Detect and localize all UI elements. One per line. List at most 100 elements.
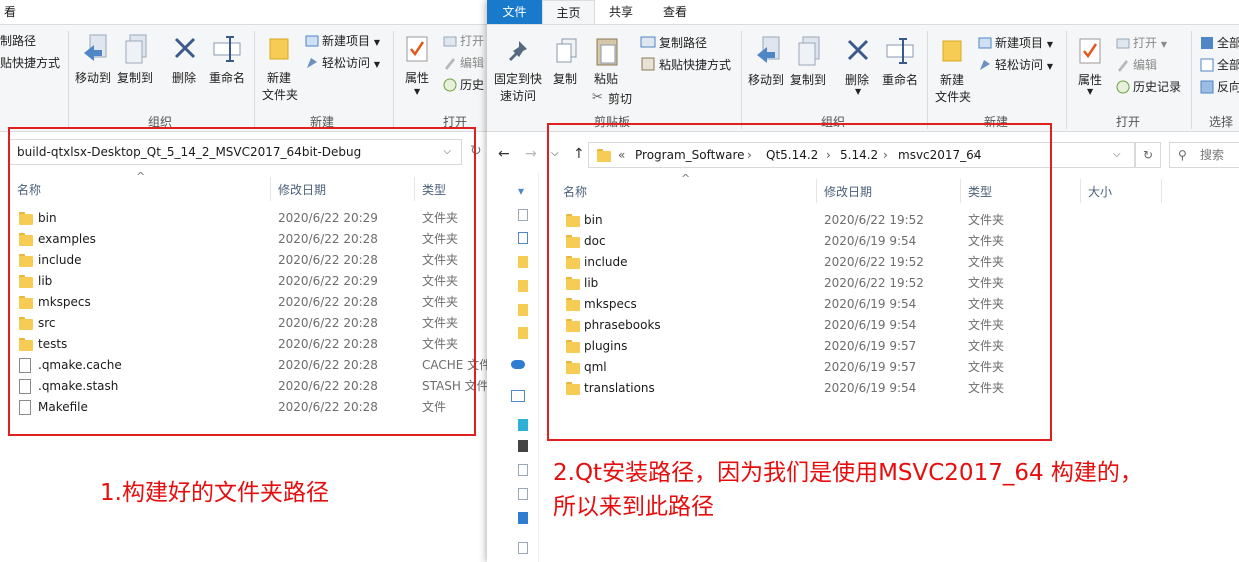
new-item-button[interactable]: 新建项目 ▼	[322, 32, 380, 49]
history-icon	[1116, 80, 1130, 94]
easy-access-icon	[307, 58, 317, 68]
edit-button[interactable]: 编辑	[460, 54, 484, 71]
right-ribbon: 固定到快 速访问 复制 粘贴 复制路径 粘贴快捷方式 ✂ 剪切 剪贴板 移动到 …	[487, 24, 1239, 132]
easy-access-icon	[980, 60, 990, 70]
nav-item-icon[interactable]	[518, 419, 528, 431]
search-placeholder: 搜索	[1200, 148, 1225, 162]
back-icon[interactable]: ←	[498, 146, 510, 162]
copy-to-button[interactable]: 复制到	[790, 71, 826, 88]
tab-file[interactable]: 文件	[487, 0, 542, 24]
select-all-icon	[1201, 37, 1213, 49]
easy-access-button[interactable]: 轻松访问 ▼	[995, 56, 1053, 73]
rename-icon	[886, 38, 914, 64]
select-none-button[interactable]: 全部	[1217, 56, 1239, 73]
new-item-icon	[305, 35, 319, 47]
forward-icon[interactable]: →	[525, 146, 537, 162]
group-open-label: 打开	[1115, 115, 1140, 129]
easy-access-button[interactable]: 轻松访问 ▼	[322, 54, 380, 71]
history-icon	[443, 78, 457, 92]
rename-button[interactable]: 重命名	[209, 69, 245, 86]
tab-view-partial[interactable]: 看	[0, 0, 20, 24]
refresh-icon: ↻	[1142, 148, 1154, 162]
copy-button[interactable]: 复制	[553, 70, 577, 87]
group-select-label: 选择	[1209, 115, 1234, 129]
new-folder-button-line2[interactable]: 文件夹	[935, 88, 971, 105]
new-folder-button-line1[interactable]: 新建	[940, 71, 964, 88]
copy-to-icon	[125, 34, 147, 64]
search-box[interactable]: ⚲ 搜索	[1169, 142, 1239, 168]
properties-icon	[1079, 38, 1101, 64]
nav-item-icon[interactable]	[518, 488, 528, 500]
pin-quick-access-button-line2[interactable]: 速访问	[500, 87, 536, 104]
properties-button[interactable]: 属性	[1078, 71, 1102, 88]
copy-to-button[interactable]: 复制到	[117, 69, 153, 86]
cut-icon: ✂	[592, 90, 603, 105]
paste-shortcut-button[interactable]: 粘贴快捷方式	[659, 56, 731, 73]
new-folder-button-line1[interactable]: 新建	[267, 69, 291, 86]
new-folder-button-line2[interactable]: 文件夹	[262, 86, 298, 103]
edit-icon	[445, 58, 455, 70]
delete-icon	[847, 39, 869, 61]
properties-dropdown-icon[interactable]: ▼	[414, 87, 420, 96]
history-button[interactable]: 历史记录	[1133, 78, 1181, 95]
right-highlight-box	[547, 123, 1052, 441]
select-none-icon	[1200, 58, 1214, 72]
edit-button[interactable]: 编辑	[1133, 56, 1157, 73]
left-tab-bar: 看	[0, 0, 487, 24]
select-all-button[interactable]: 全部	[1217, 34, 1239, 51]
new-folder-icon	[942, 40, 962, 62]
tab-view[interactable]: 查看	[649, 0, 701, 24]
copy-path-icon	[640, 36, 656, 48]
properties-dropdown-icon[interactable]: ▼	[1087, 87, 1093, 96]
paste-shortcut-icon	[641, 57, 655, 71]
nav-item-icon[interactable]	[518, 512, 528, 524]
right-annotation-line2: 所以来到此路径	[553, 494, 714, 520]
left-annotation: 1.构建好的文件夹路径	[100, 480, 329, 506]
properties-button[interactable]: 属性	[405, 69, 429, 86]
copy-icon	[556, 38, 577, 63]
delete-dropdown-icon[interactable]: ▼	[855, 87, 861, 96]
tab-home[interactable]: 主页	[542, 0, 595, 24]
new-item-button[interactable]: 新建项目 ▼	[995, 34, 1053, 51]
right-annotation-line1: 2.Qt安装路径，因为我们是使用MSVC2017_64 构建的，	[553, 460, 1143, 486]
left-ribbon: 制路径 贴快捷方式 移动到 复制到 删除 重命名 组织 新建 文件夹 新建项目 …	[0, 24, 487, 132]
paste-shortcut-button[interactable]: 贴快捷方式	[0, 54, 60, 71]
move-to-button[interactable]: 移动到	[75, 69, 111, 86]
open-button[interactable]: 打开	[460, 32, 484, 49]
cut-button[interactable]: 剪切	[608, 90, 632, 107]
delete-icon	[174, 37, 196, 59]
nav-item-icon[interactable]	[518, 440, 528, 452]
invert-selection-button[interactable]: 反向	[1217, 78, 1239, 95]
pin-quick-access-button-line1[interactable]: 固定到快	[494, 70, 542, 87]
address-dropdown-icon[interactable]: ⌵	[1113, 143, 1121, 167]
copy-path-button[interactable]: 制路径	[0, 32, 36, 49]
new-folder-icon	[269, 38, 289, 60]
search-icon: ⚲	[1178, 148, 1187, 162]
open-icon	[1116, 38, 1130, 49]
tab-share[interactable]: 共享	[595, 0, 647, 24]
rename-icon	[213, 36, 241, 62]
new-item-icon	[978, 37, 992, 49]
nav-item-icon[interactable]	[518, 542, 528, 554]
move-to-button[interactable]: 移动到	[748, 71, 784, 88]
open-icon	[443, 36, 457, 47]
open-button[interactable]: 打开 ▼	[1133, 34, 1167, 51]
edit-icon	[1118, 60, 1128, 72]
right-tab-bar: 文件 主页 共享 查看	[487, 0, 1239, 24]
history-button[interactable]: 历史	[460, 76, 484, 93]
column-header-size[interactable]: 大小	[1088, 183, 1112, 200]
copy-path-button[interactable]: 复制路径	[659, 34, 707, 51]
move-to-icon	[84, 34, 107, 61]
paste-icon	[596, 38, 618, 66]
rename-button[interactable]: 重命名	[882, 71, 918, 88]
refresh-button[interactable]: ↻	[1135, 142, 1161, 168]
copy-to-icon	[798, 36, 820, 66]
properties-icon	[406, 36, 428, 62]
delete-button[interactable]: 删除	[172, 69, 196, 86]
right-explorer-window: 文件 主页 共享 查看 固定到快 速访问 复制 粘贴 复制路径 粘贴快捷方式 ✂…	[487, 0, 1239, 562]
paste-button[interactable]: 粘贴	[594, 70, 618, 87]
delete-button[interactable]: 删除	[845, 71, 869, 88]
nav-expand-icon[interactable]: ▾	[518, 184, 528, 198]
nav-item-icon[interactable]	[518, 464, 528, 476]
invert-selection-icon	[1200, 80, 1214, 94]
